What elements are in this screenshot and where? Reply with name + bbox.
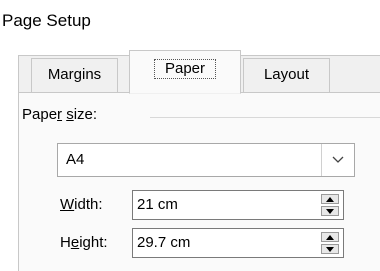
tab-margins-label: Margins: [47, 66, 102, 83]
tab-layout-label: Layout: [263, 66, 310, 83]
width-spinbox[interactable]: 21 cm: [132, 190, 344, 220]
width-value: 21 cm: [137, 196, 178, 213]
paper-size-group-label: Paper size:: [22, 106, 98, 123]
tab-paper[interactable]: Paper: [129, 50, 241, 94]
paper-size-value: A4: [66, 151, 85, 168]
height-increment-button[interactable]: [321, 232, 339, 242]
triangle-down-icon: [326, 246, 334, 252]
dropdown-button[interactable]: [321, 144, 354, 176]
height-decrement-button[interactable]: [321, 244, 339, 254]
triangle-down-icon: [326, 208, 334, 214]
tab-paper-label: Paper: [153, 59, 217, 79]
paper-size-dropdown[interactable]: A4: [57, 143, 355, 177]
group-separator: [150, 117, 380, 118]
tab-layout[interactable]: Layout: [243, 58, 330, 92]
width-spin-buttons: [321, 194, 339, 216]
height-spin-buttons: [321, 232, 339, 254]
height-label: Height:: [60, 234, 108, 251]
width-increment-button[interactable]: [321, 194, 339, 204]
triangle-up-icon: [326, 234, 334, 240]
dialog-title: Page Setup: [2, 11, 91, 30]
tab-margins[interactable]: Margins: [31, 58, 118, 92]
width-label: Width:: [60, 196, 103, 213]
width-decrement-button[interactable]: [321, 206, 339, 216]
height-value: 29.7 cm: [137, 234, 191, 251]
height-spinbox[interactable]: 29.7 cm: [132, 228, 344, 258]
triangle-up-icon: [326, 196, 334, 202]
chevron-down-icon: [332, 156, 344, 163]
